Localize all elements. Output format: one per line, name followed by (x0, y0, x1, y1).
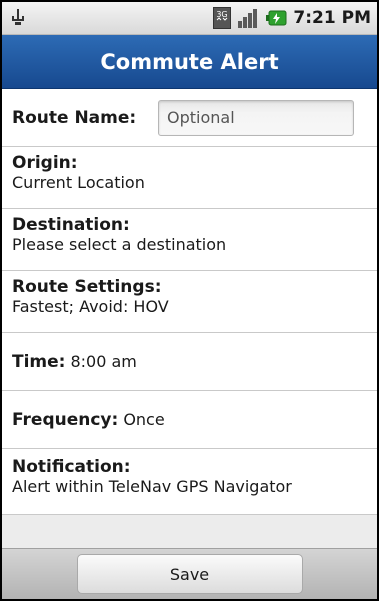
frequency-label: Frequency: (12, 409, 119, 430)
phone-screen: 3G 7:21 PM Commute Alert Route Name: Ori… (0, 0, 379, 601)
3g-icon: 3G (213, 7, 232, 29)
notification-value: Alert within TeleNav GPS Navigator (12, 477, 292, 496)
route-name-label: Route Name: (12, 107, 137, 128)
status-bar: 3G 7:21 PM (2, 2, 377, 35)
origin-row[interactable]: Origin: Current Location (2, 147, 377, 209)
route-settings-label: Route Settings: (12, 277, 162, 297)
origin-label: Origin: (12, 153, 78, 173)
battery-icon (266, 10, 287, 26)
time-label: Time: (12, 351, 66, 372)
destination-label: Destination: (12, 215, 130, 235)
frequency-row[interactable]: Frequency: Once (2, 391, 377, 449)
usb-icon (12, 9, 24, 25)
route-name-row: Route Name: (2, 89, 377, 147)
destination-row[interactable]: Destination: Please select a destination (2, 209, 377, 271)
notification-label: Notification: (12, 457, 131, 477)
bottom-bar: Save (2, 548, 377, 599)
title-bar: Commute Alert (2, 35, 377, 89)
notification-row[interactable]: Notification: Alert within TeleNav GPS N… (2, 449, 377, 515)
route-settings-value: Fastest; Avoid: HOV (12, 297, 169, 316)
time-row[interactable]: Time: 8:00 am (2, 333, 377, 391)
network-type-label: 3G (217, 10, 228, 19)
save-button[interactable]: Save (76, 554, 303, 594)
route-name-input[interactable] (158, 99, 354, 136)
signal-icon (238, 9, 258, 28)
time-value: 8:00 am (70, 352, 137, 371)
status-time: 7:21 PM (293, 8, 371, 28)
frequency-value: Once (123, 410, 165, 429)
origin-value: Current Location (12, 173, 145, 192)
route-settings-row[interactable]: Route Settings: Fastest; Avoid: HOV (2, 271, 377, 333)
page-title: Commute Alert (100, 49, 279, 74)
destination-value: Please select a destination (12, 235, 227, 254)
